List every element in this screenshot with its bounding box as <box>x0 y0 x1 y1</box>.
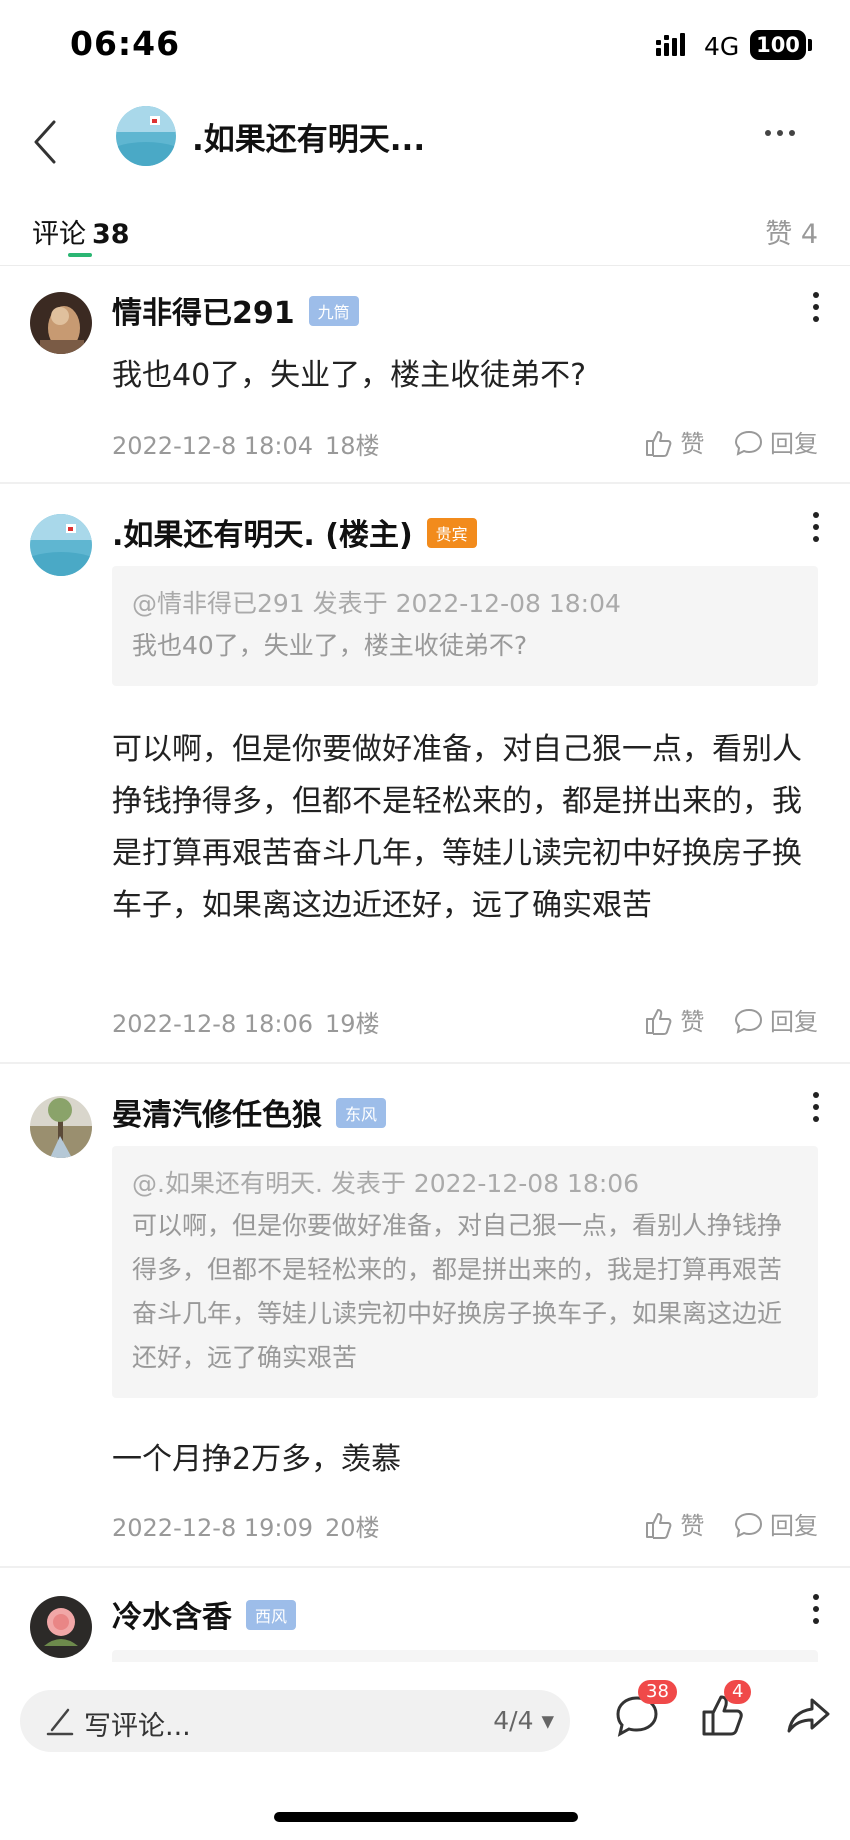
avatar[interactable] <box>30 1096 92 1158</box>
username[interactable]: .如果还有明天. (楼主) 贵宾 <box>112 510 477 554</box>
reply-bubble-icon <box>734 1008 763 1034</box>
like-button[interactable]: 赞 <box>644 1002 704 1037</box>
floor-number: 18楼 <box>325 432 380 460</box>
comment-input[interactable]: 写评论... 4/4 ▾ <box>20 1690 570 1752</box>
kebab-icon[interactable] <box>810 290 822 324</box>
comment-item: 晏清汽修任色狼 东风 @.如果还有明天. 发表于 2022-12-08 18:06… <box>0 1064 850 1568</box>
username[interactable]: 晏清汽修任色狼 东风 <box>112 1090 387 1134</box>
comment-meta: 2022-12-8 19:09 20楼 <box>112 1508 380 1543</box>
comment-actions: 赞 回复 <box>622 1506 818 1541</box>
reply-button[interactable]: 回复 <box>734 424 818 459</box>
username[interactable]: 冷水含香 西风 <box>112 1592 297 1636</box>
comment-text: 我也40了，失业了，楼主收徒弟不? <box>112 358 587 393</box>
home-indicator[interactable] <box>274 1812 578 1822</box>
kebab-icon[interactable] <box>810 510 822 544</box>
comment-text: 可以啊，但是你要做好准备，对自己狠一点，看别人挣钱挣得多，但都不是轻松来的，都是… <box>112 732 802 923</box>
comment-count-badge: 38 <box>638 1680 677 1704</box>
reply-button[interactable]: 回复 <box>734 1506 818 1541</box>
quote-head: @情非得已291 发表于 2022-12-08 18:04 <box>132 589 621 618</box>
floor-number: 19楼 <box>325 1010 380 1038</box>
page-indicator[interactable]: 4/4 ▾ <box>493 1706 554 1735</box>
battery-tip <box>808 39 812 51</box>
reply-label: 回复 <box>770 430 818 458</box>
tab-row: 评论 38 赞 4 <box>0 200 850 266</box>
comment-meta: 2022-12-8 18:04 18楼 <box>112 426 380 461</box>
tab-comments[interactable]: 评论 38 <box>32 212 130 251</box>
quoted-comment[interactable]: @.如果还有明天. 发表于 2022-12-08 18:06 可以啊，但是你要做… <box>112 1146 818 1398</box>
comment-item: 情非得已291 九筒 我也40了，失业了，楼主收徒弟不? 2022-12-8 18… <box>0 266 850 484</box>
thumbs-up-icon <box>646 1513 672 1539</box>
comment-item: 冷水含香 西风 <box>0 1568 850 1662</box>
quote-head: @.如果还有明天. 发表于 2022-12-08 18:06 <box>132 1169 640 1198</box>
page-indicator-text: 4/4 <box>493 1706 534 1735</box>
username-text: 情非得已291 <box>112 296 295 331</box>
reply-button[interactable]: 回复 <box>734 1002 818 1037</box>
kebab-icon[interactable] <box>810 1090 822 1124</box>
like-count-badge: 4 <box>724 1680 752 1704</box>
like-button[interactable]: 赞 <box>644 424 704 459</box>
thumbs-up-icon <box>646 1009 672 1035</box>
status-bar: 06:46 4G 100 <box>0 0 850 92</box>
reply-bubble-icon <box>734 430 763 456</box>
header-title: .如果还有明天... <box>192 122 426 158</box>
username[interactable]: 情非得已291 九筒 <box>112 288 359 332</box>
back-icon[interactable] <box>26 112 66 172</box>
signal-icon <box>656 33 685 56</box>
quote-text: 可以啊，但是你要做好准备，对自己狠一点，看别人挣钱挣得多，但都不是轻松来的，都是… <box>132 1211 783 1372</box>
like-post-button[interactable]: 4 <box>698 1680 754 1746</box>
more-icon[interactable] <box>760 118 800 148</box>
share-icon <box>787 1698 830 1733</box>
user-badge: 东风 <box>336 1098 387 1128</box>
like-label: 赞 <box>680 1008 705 1036</box>
tab-active-indicator <box>68 253 92 257</box>
comment-time: 2022-12-8 18:06 <box>112 1010 313 1038</box>
quote-text: 我也40了，失业了，楼主收徒弟不? <box>132 631 528 660</box>
user-badge: 西风 <box>246 1600 297 1630</box>
comment-text: 一个月挣2万多，羡慕 <box>112 1442 402 1477</box>
like-button[interactable]: 赞 <box>644 1506 704 1541</box>
tab-comments-label: 评论 <box>32 219 86 250</box>
network-label: 4G <box>704 32 740 61</box>
reply-bubble-icon <box>734 1512 763 1538</box>
thumbs-up-icon <box>646 431 672 457</box>
comment-time: 2022-12-8 19:09 <box>112 1514 313 1542</box>
like-label: 赞 <box>680 430 705 458</box>
tab-comments-count: 38 <box>92 219 130 250</box>
header-avatar[interactable] <box>116 106 176 166</box>
username-text: .如果还有明天. (楼主) <box>112 518 413 553</box>
pen-icon <box>46 1708 74 1736</box>
quoted-comment[interactable] <box>112 1650 818 1662</box>
comment-actions: 赞 回复 <box>622 424 818 459</box>
username-text: 晏清汽修任色狼 <box>112 1098 322 1133</box>
kebab-icon[interactable] <box>810 1592 822 1626</box>
comment-button[interactable]: 38 <box>612 1680 677 1746</box>
avatar[interactable] <box>30 292 92 354</box>
share-button[interactable] <box>784 1690 840 1746</box>
avatar[interactable] <box>30 514 92 576</box>
comment-actions: 赞 回复 <box>622 1002 818 1037</box>
comment-item: .如果还有明天. (楼主) 贵宾 @情非得已291 发表于 2022-12-08 … <box>0 484 850 1064</box>
user-badge: 贵宾 <box>426 518 477 548</box>
username-text: 冷水含香 <box>112 1600 232 1635</box>
battery-icon: 100 <box>750 30 806 60</box>
user-badge: 九筒 <box>308 296 359 326</box>
comment-meta: 2022-12-8 18:06 19楼 <box>112 1004 380 1039</box>
tab-likes[interactable]: 赞 4 <box>765 212 818 251</box>
quoted-comment[interactable]: @情非得已291 发表于 2022-12-08 18:04 我也40了，失业了，… <box>112 566 818 686</box>
comment-time: 2022-12-8 18:04 <box>112 432 313 460</box>
input-placeholder: 写评论... <box>84 1711 191 1742</box>
floor-number: 20楼 <box>325 1514 380 1542</box>
status-time: 06:46 <box>70 24 181 63</box>
reply-label: 回复 <box>770 1008 818 1036</box>
avatar[interactable] <box>30 1596 92 1658</box>
reply-label: 回复 <box>770 1512 818 1540</box>
like-label: 赞 <box>680 1512 705 1540</box>
